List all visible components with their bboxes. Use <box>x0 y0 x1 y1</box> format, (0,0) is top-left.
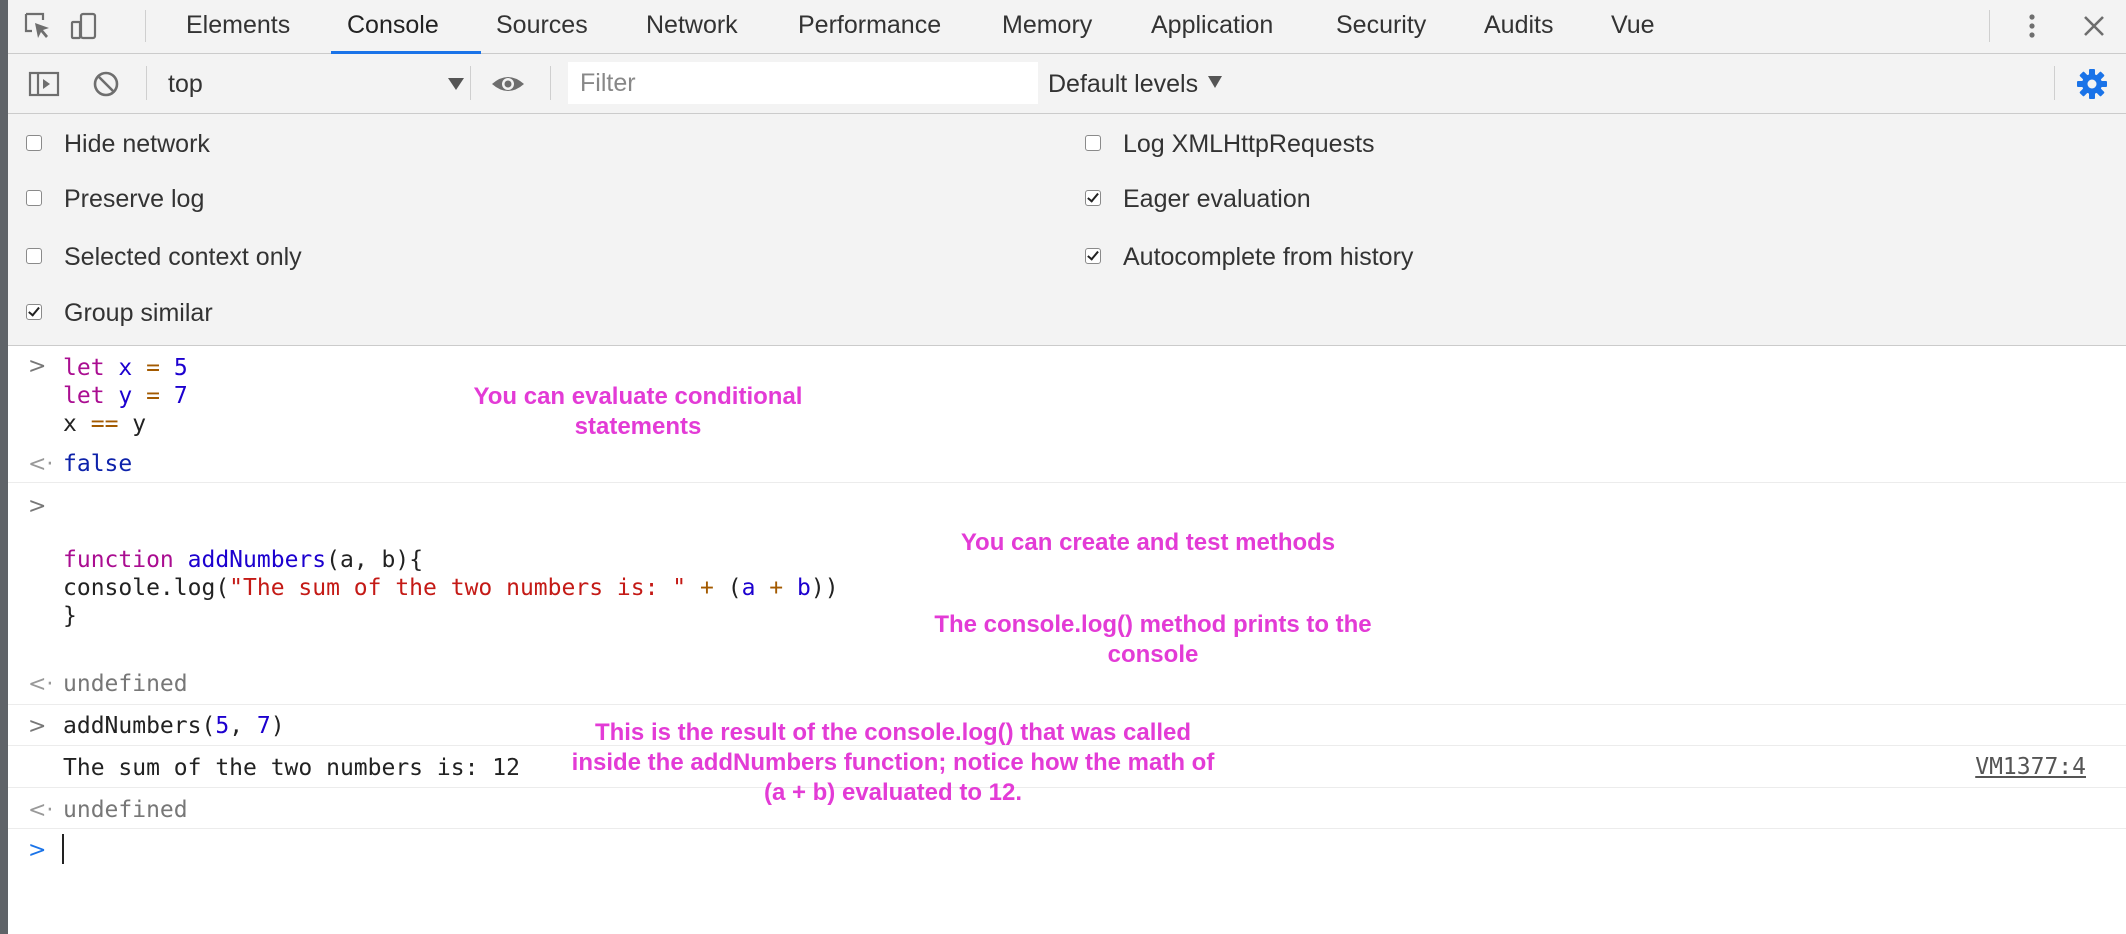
console-result: false <box>63 451 133 477</box>
annotation-console-log: The console.log() method prints to the c… <box>934 611 1372 668</box>
tab-memory[interactable]: Memory <box>1002 0 1092 54</box>
eye-icon[interactable] <box>488 66 528 102</box>
log-levels-dropdown[interactable]: Default levels <box>1048 68 1223 100</box>
tab-vue[interactable]: Vue <box>1611 0 1655 54</box>
input-prompt-icon: > <box>28 354 47 379</box>
console-input-line: function addNumbers(a, b){ <box>63 547 424 573</box>
autocomplete-history-checkbox[interactable] <box>1085 248 1101 264</box>
result-arrow-icon: <· <box>28 452 54 477</box>
tab-audits[interactable]: Audits <box>1484 0 1553 54</box>
row-divider <box>8 828 2126 829</box>
console-input-line: let y = 7 <box>63 383 188 409</box>
selected-context-label: Selected context only <box>64 243 302 271</box>
result-arrow-icon: <· <box>28 798 54 823</box>
input-prompt-icon: > <box>28 714 47 739</box>
console-output: > let x = 5 let y = 7 x == y <· false > … <box>8 346 2126 934</box>
inspect-element-icon[interactable] <box>18 8 58 44</box>
more-vert-icon[interactable] <box>2012 8 2052 44</box>
clear-console-icon[interactable] <box>86 66 126 102</box>
console-settings-pane: Hide network Preserve log Selected conte… <box>8 114 2126 346</box>
tab-sources[interactable]: Sources <box>496 0 588 54</box>
log-xhr-label: Log XMLHttpRequests <box>1123 130 1375 158</box>
console-input-line: addNumbers(5, 7) <box>63 713 285 739</box>
console-input-line: let x = 5 <box>63 355 188 381</box>
tab-network[interactable]: Network <box>646 0 738 54</box>
filter-input[interactable] <box>568 62 1038 104</box>
annotation-conditional: You can evaluate conditional statements <box>473 383 803 440</box>
autocomplete-history-label: Autocomplete from history <box>1123 243 1414 271</box>
hide-network-checkbox[interactable] <box>26 135 42 151</box>
tab-separator <box>1989 10 1990 42</box>
hide-network-label: Hide network <box>64 130 210 158</box>
tab-performance[interactable]: Performance <box>798 0 941 54</box>
console-input-line: console.log("The sum of the two numbers … <box>63 575 839 601</box>
preserve-log-checkbox[interactable] <box>26 190 42 206</box>
console-result: undefined <box>63 671 188 697</box>
log-source-link[interactable]: VM1377:4 <box>1975 754 2086 780</box>
console-result: undefined <box>63 797 188 823</box>
group-similar-checkbox[interactable] <box>26 304 42 320</box>
tab-console[interactable]: Console <box>347 0 439 54</box>
active-prompt-icon: > <box>28 838 47 863</box>
tab-application[interactable]: Application <box>1151 0 1273 54</box>
dropdown-arrow-icon <box>448 78 464 90</box>
close-icon[interactable] <box>2074 8 2114 44</box>
window-edge <box>0 0 8 934</box>
row-divider <box>8 482 2126 483</box>
console-input-line: } <box>63 603 77 629</box>
log-xhr-checkbox[interactable] <box>1085 135 1101 151</box>
sidebar-toggle-icon[interactable] <box>24 66 64 102</box>
row-divider <box>8 704 2126 705</box>
device-toggle-icon[interactable] <box>64 8 104 44</box>
group-similar-label: Group similar <box>64 299 213 327</box>
toolbar-separator <box>550 66 551 100</box>
console-input-caret[interactable] <box>62 834 64 864</box>
input-prompt-icon: > <box>28 494 47 519</box>
result-arrow-icon: <· <box>28 672 54 697</box>
eager-evaluation-label: Eager evaluation <box>1123 185 1311 213</box>
annotation-result: This is the result of the console.log() … <box>571 719 1215 806</box>
toolbar-separator <box>146 66 147 100</box>
toolbar-separator <box>470 66 471 100</box>
context-selector[interactable]: top <box>168 68 468 100</box>
console-toolbar: top Default levels <box>8 54 2126 114</box>
devtools-tab-bar: Elements Console Sources Network Perform… <box>8 0 2126 54</box>
context-value: top <box>168 70 203 98</box>
toolbar-separator <box>2054 66 2055 100</box>
settings-gear-icon[interactable] <box>2072 66 2112 102</box>
eager-evaluation-checkbox[interactable] <box>1085 190 1101 206</box>
tab-elements[interactable]: Elements <box>186 0 290 54</box>
console-input-line: x == y <box>63 411 147 437</box>
console-log-output: The sum of the two numbers is: 12 <box>63 755 520 781</box>
tab-security[interactable]: Security <box>1336 0 1426 54</box>
preserve-log-label: Preserve log <box>64 185 205 213</box>
selected-context-checkbox[interactable] <box>26 248 42 264</box>
tab-separator <box>145 10 146 42</box>
dropdown-arrow-icon <box>1208 76 1223 88</box>
log-levels-label: Default levels <box>1048 70 1199 98</box>
annotation-methods: You can create and test methods <box>960 529 1336 556</box>
